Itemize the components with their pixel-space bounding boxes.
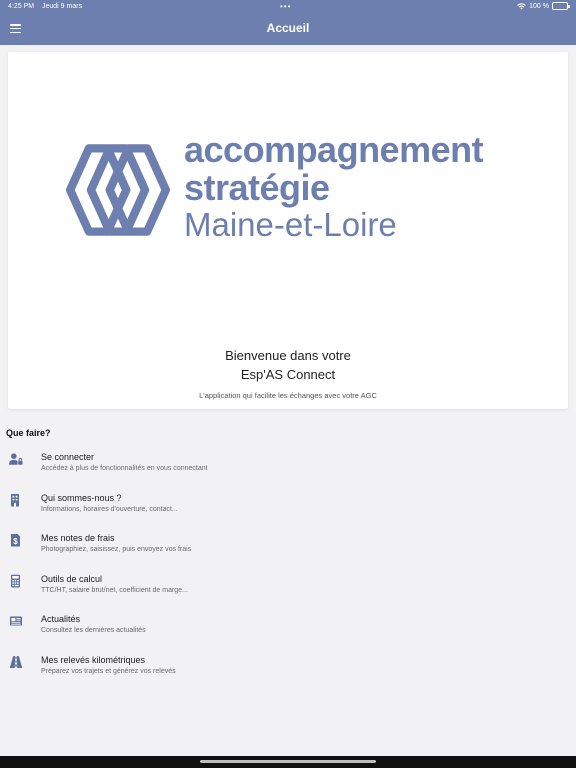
receipt-icon: $ — [11, 534, 20, 547]
building-icon — [11, 493, 19, 507]
user-lock-icon — [9, 453, 23, 465]
item-description: Accédez à plus de fonctionnalités en vou… — [41, 465, 208, 472]
brand-text: accompagnement stratégie Maine-et-Loire — [184, 129, 484, 244]
battery-icon — [552, 2, 570, 10]
welcome-card: accompagnement stratégie Maine-et-Loire … — [8, 52, 568, 409]
app-header: 4:25 PM Jeudi 9 mars ••• 100 % Accueil — [0, 0, 576, 45]
svg-text:$: $ — [13, 537, 18, 546]
app-screen: 4:25 PM Jeudi 9 mars ••• 100 % Accueil a… — [0, 0, 576, 768]
item-title: Outils de calcul — [41, 573, 103, 584]
brand-line-3: Maine-et-Loire — [184, 206, 397, 243]
status-date: Jeudi 9 mars — [42, 3, 83, 10]
multitasking-dots-icon[interactable]: ••• — [280, 2, 291, 11]
menu-item-expenses[interactable]: $ Mes notes de frais Photographiez, sais… — [0, 527, 576, 568]
status-time: 4:25 PM — [8, 3, 35, 10]
item-title: Mes relevés kilométriques — [41, 654, 146, 665]
brand-line-1: accompagnement — [184, 129, 484, 170]
welcome-line-1: Bienvenue dans votre — [225, 348, 351, 363]
item-description: Préparez vos trajets et générez vos rele… — [41, 667, 176, 675]
menu-item-mileage[interactable]: Mes relevés kilométriques Préparez vos t… — [0, 649, 576, 690]
brand-mark-icon — [66, 144, 170, 236]
menu-item-calculators[interactable]: Outils de calcul TTC/HT, salaire brut/ne… — [0, 568, 576, 609]
item-description: Photographiez, saisissez, puis envoyez v… — [41, 546, 192, 554]
page-title: Accueil — [266, 21, 310, 35]
menu-item-about[interactable]: Qui sommes-nous ? Informations, horaires… — [0, 487, 576, 528]
status-right: 100 % — [517, 2, 570, 10]
road-icon — [9, 655, 23, 668]
battery-percent: 100 % — [529, 2, 549, 10]
menu-item-news[interactable]: Actualités Consultez les dernières actua… — [0, 608, 576, 649]
action-list: Se connecter Accédez à plus de fonctionn… — [0, 446, 576, 690]
welcome-heading: Bienvenue dans votre Esp'AS Connect — [8, 346, 568, 384]
calculator-icon — [11, 574, 20, 588]
item-description: TTC/HT, salaire brut/net, coefficient de… — [41, 586, 188, 594]
item-description: Consultez les dernières actualités — [41, 627, 146, 635]
welcome-subtitle: L'application qui facilite les échanges … — [199, 391, 377, 400]
menu-item-login[interactable]: Se connecter Accédez à plus de fonctionn… — [0, 446, 576, 487]
item-title: Mes notes de frais — [41, 533, 115, 544]
status-bar: 4:25 PM Jeudi 9 mars ••• 100 % — [0, 0, 576, 14]
home-indicator[interactable] — [200, 760, 376, 763]
item-title: Se connecter — [41, 452, 95, 462]
brand-logo: accompagnement stratégie Maine-et-Loire — [66, 130, 526, 250]
brand-line-2: stratégie — [184, 167, 330, 208]
item-description: Informations, horaires d'ouverture, cont… — [41, 505, 178, 513]
newspaper-icon — [10, 616, 22, 626]
item-title: Qui sommes-nous ? — [41, 492, 122, 503]
welcome-line-2: Esp'AS Connect — [240, 367, 336, 382]
item-title: Actualités — [41, 614, 81, 625]
section-title: Que faire? — [6, 428, 51, 438]
wifi-icon — [517, 2, 527, 10]
